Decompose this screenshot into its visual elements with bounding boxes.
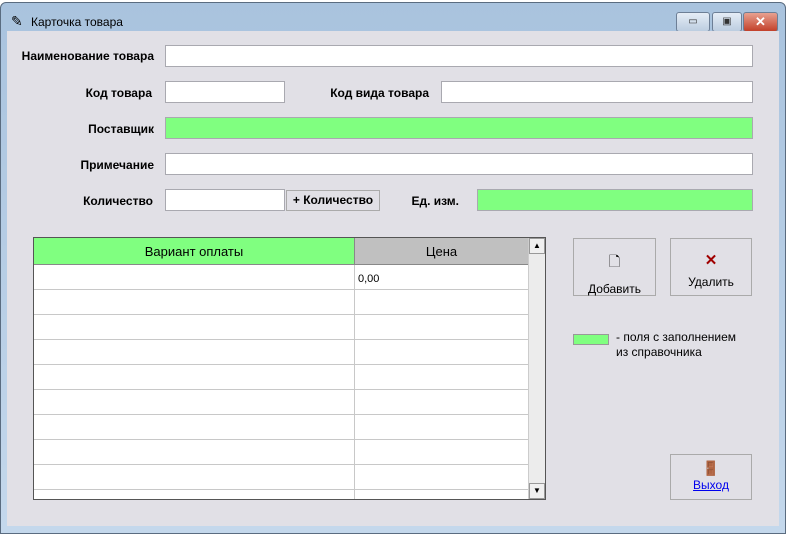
- price-cell[interactable]: [354, 465, 528, 490]
- table-row[interactable]: [34, 315, 528, 340]
- supplier-label: Поставщик: [88, 122, 154, 136]
- note-input[interactable]: [165, 153, 753, 175]
- scroll-down-arrow-icon[interactable]: ▼: [529, 483, 545, 499]
- type-code-input[interactable]: [441, 81, 753, 103]
- new-document-icon: 🗋: [608, 253, 621, 269]
- add-button[interactable]: 🗋 Добавить: [573, 238, 656, 296]
- app-icon: ✎: [11, 13, 23, 29]
- delete-button[interactable]: ✕ Удалить: [670, 238, 752, 296]
- vertical-scrollbar[interactable]: ▲ ▼: [528, 238, 545, 499]
- delete-x-icon: ✕: [704, 252, 718, 269]
- quantity-input[interactable]: [165, 189, 285, 211]
- table-row[interactable]: 0,00: [34, 265, 528, 290]
- legend-swatch: [573, 334, 609, 345]
- unit-input[interactable]: [477, 189, 753, 211]
- exit-button[interactable]: 🚪 Выход: [670, 454, 752, 500]
- supplier-input[interactable]: [165, 117, 753, 139]
- table-row[interactable]: [34, 340, 528, 365]
- note-label: Примечание: [80, 158, 154, 172]
- price-cell[interactable]: [354, 490, 528, 499]
- price-cell[interactable]: [354, 340, 528, 365]
- scroll-up-arrow-icon[interactable]: ▲: [529, 238, 545, 254]
- table-row[interactable]: [34, 465, 528, 490]
- maximize-button[interactable]: ▣: [712, 12, 742, 32]
- table-row[interactable]: [34, 440, 528, 465]
- exit-button-label: Выход: [693, 478, 729, 492]
- payment-table[interactable]: Вариант оплаты Цена 0,00 ▲ ▼: [33, 237, 546, 500]
- exit-door-icon: 🚪: [702, 460, 720, 476]
- window-title: Карточка товара: [31, 15, 123, 29]
- type-code-label: Код вида товара: [330, 86, 429, 100]
- legend-line-1: - поля с заполнением: [616, 330, 737, 344]
- add-quantity-button[interactable]: + Количество: [286, 190, 380, 211]
- price-cell[interactable]: [354, 390, 528, 415]
- close-button[interactable]: ✕: [743, 12, 778, 32]
- column-header-price[interactable]: Цена: [354, 238, 528, 265]
- price-cell[interactable]: 0,00: [354, 265, 528, 290]
- table-row[interactable]: [34, 415, 528, 440]
- minimize-button[interactable]: ▭: [676, 12, 710, 32]
- price-cell[interactable]: [354, 290, 528, 315]
- column-header-payment[interactable]: Вариант оплаты: [34, 238, 354, 265]
- quantity-label: Количество: [83, 194, 153, 208]
- code-label: Код товара: [85, 86, 152, 100]
- table-row[interactable]: [34, 290, 528, 315]
- price-cell[interactable]: [354, 365, 528, 390]
- table-row[interactable]: [34, 365, 528, 390]
- table-row[interactable]: [34, 490, 528, 499]
- name-label: Наименование товара: [21, 49, 154, 63]
- unit-label: Ед. изм.: [411, 194, 459, 208]
- name-input[interactable]: [165, 45, 753, 67]
- add-button-label: Добавить: [587, 282, 642, 296]
- legend-line-2: из справочника: [616, 345, 702, 359]
- price-cell[interactable]: [354, 415, 528, 440]
- delete-button-label: Удалить: [688, 275, 734, 289]
- legend-text: - поля с заполнением из справочника: [616, 330, 736, 360]
- table-row[interactable]: [34, 390, 528, 415]
- code-input[interactable]: [165, 81, 285, 103]
- price-cell[interactable]: [354, 440, 528, 465]
- price-cell[interactable]: [354, 315, 528, 340]
